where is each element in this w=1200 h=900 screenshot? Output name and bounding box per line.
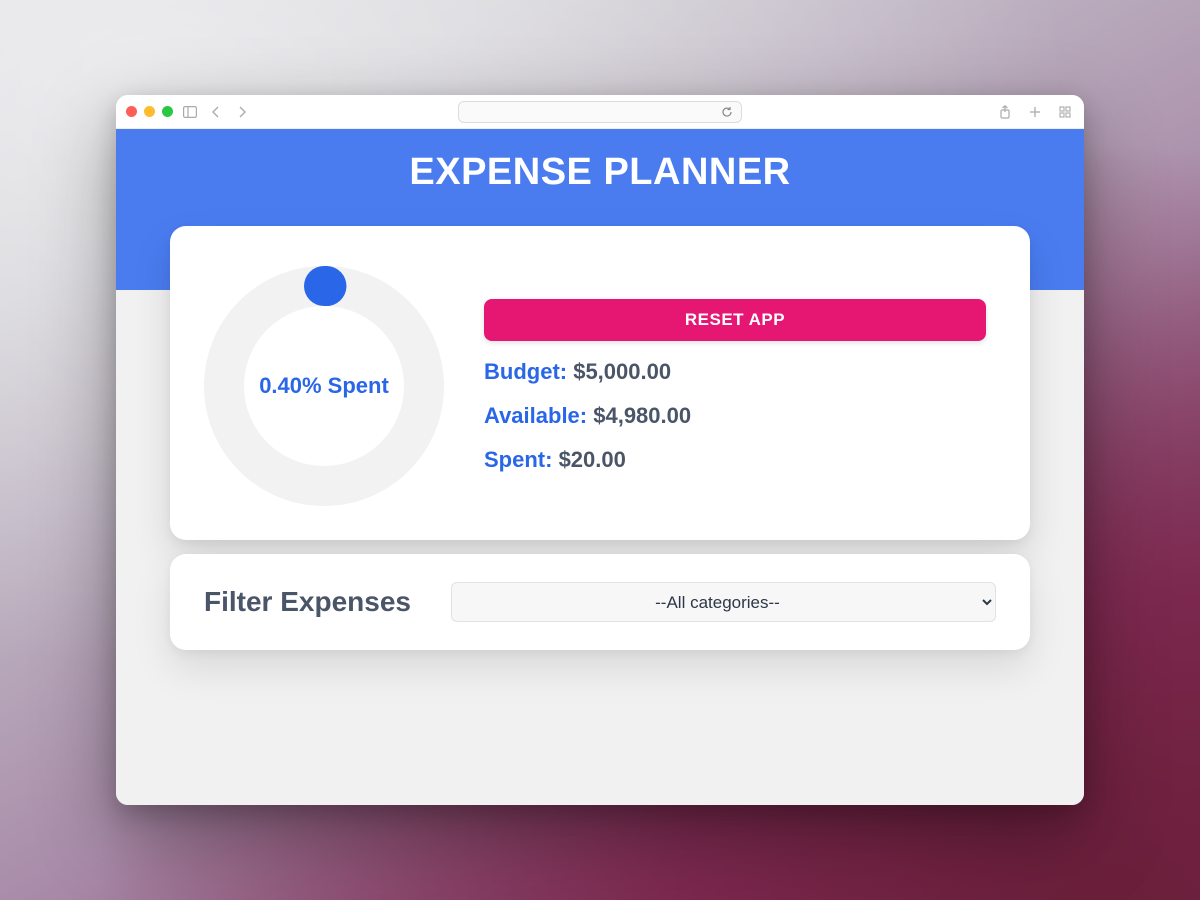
budget-summary-card: 0.40% Spent RESET APP Budget: $5,000.00 … — [170, 226, 1030, 540]
browser-window: EXPENSE PLANNER 0.40% Spent — [116, 95, 1084, 805]
stat-budget-value: $5,000.00 — [573, 359, 671, 384]
reload-icon[interactable] — [721, 106, 733, 118]
stat-available-value: $4,980.00 — [593, 403, 691, 428]
tab-overview-icon[interactable] — [1056, 103, 1074, 121]
stat-spent-label: Spent: — [484, 447, 559, 472]
filter-title: Filter Expenses — [204, 586, 411, 618]
titlebar — [116, 95, 1084, 129]
stat-spent: Spent: $20.00 — [484, 447, 986, 473]
close-window-icon[interactable] — [126, 106, 137, 117]
new-tab-icon[interactable] — [1026, 103, 1044, 121]
progress-ring-container: 0.40% Spent — [204, 266, 444, 506]
reset-app-button[interactable]: RESET APP — [484, 299, 986, 341]
share-icon[interactable] — [996, 103, 1014, 121]
maximize-window-icon[interactable] — [162, 106, 173, 117]
stat-available-label: Available: — [484, 403, 593, 428]
filter-category-select[interactable]: --All categories-- — [451, 582, 996, 622]
app-viewport: EXPENSE PLANNER 0.40% Spent — [116, 129, 1084, 805]
stat-budget: Budget: $5,000.00 — [484, 359, 986, 385]
back-icon[interactable] — [207, 103, 225, 121]
progress-ring: 0.40% Spent — [204, 266, 444, 506]
content-area: 0.40% Spent RESET APP Budget: $5,000.00 … — [116, 290, 1084, 805]
progress-label: 0.40% Spent — [204, 266, 444, 506]
sidebar-toggle-icon[interactable] — [181, 103, 199, 121]
stat-available: Available: $4,980.00 — [484, 403, 986, 429]
minimize-window-icon[interactable] — [144, 106, 155, 117]
address-bar[interactable] — [458, 101, 742, 123]
budget-stats: RESET APP Budget: $5,000.00 Available: $… — [484, 299, 986, 473]
filter-card: Filter Expenses --All categories-- — [170, 554, 1030, 650]
stat-budget-label: Budget: — [484, 359, 573, 384]
forward-icon[interactable] — [233, 103, 251, 121]
window-controls — [126, 106, 173, 117]
page-title: EXPENSE PLANNER — [116, 151, 1084, 204]
stat-spent-value: $20.00 — [559, 447, 626, 472]
